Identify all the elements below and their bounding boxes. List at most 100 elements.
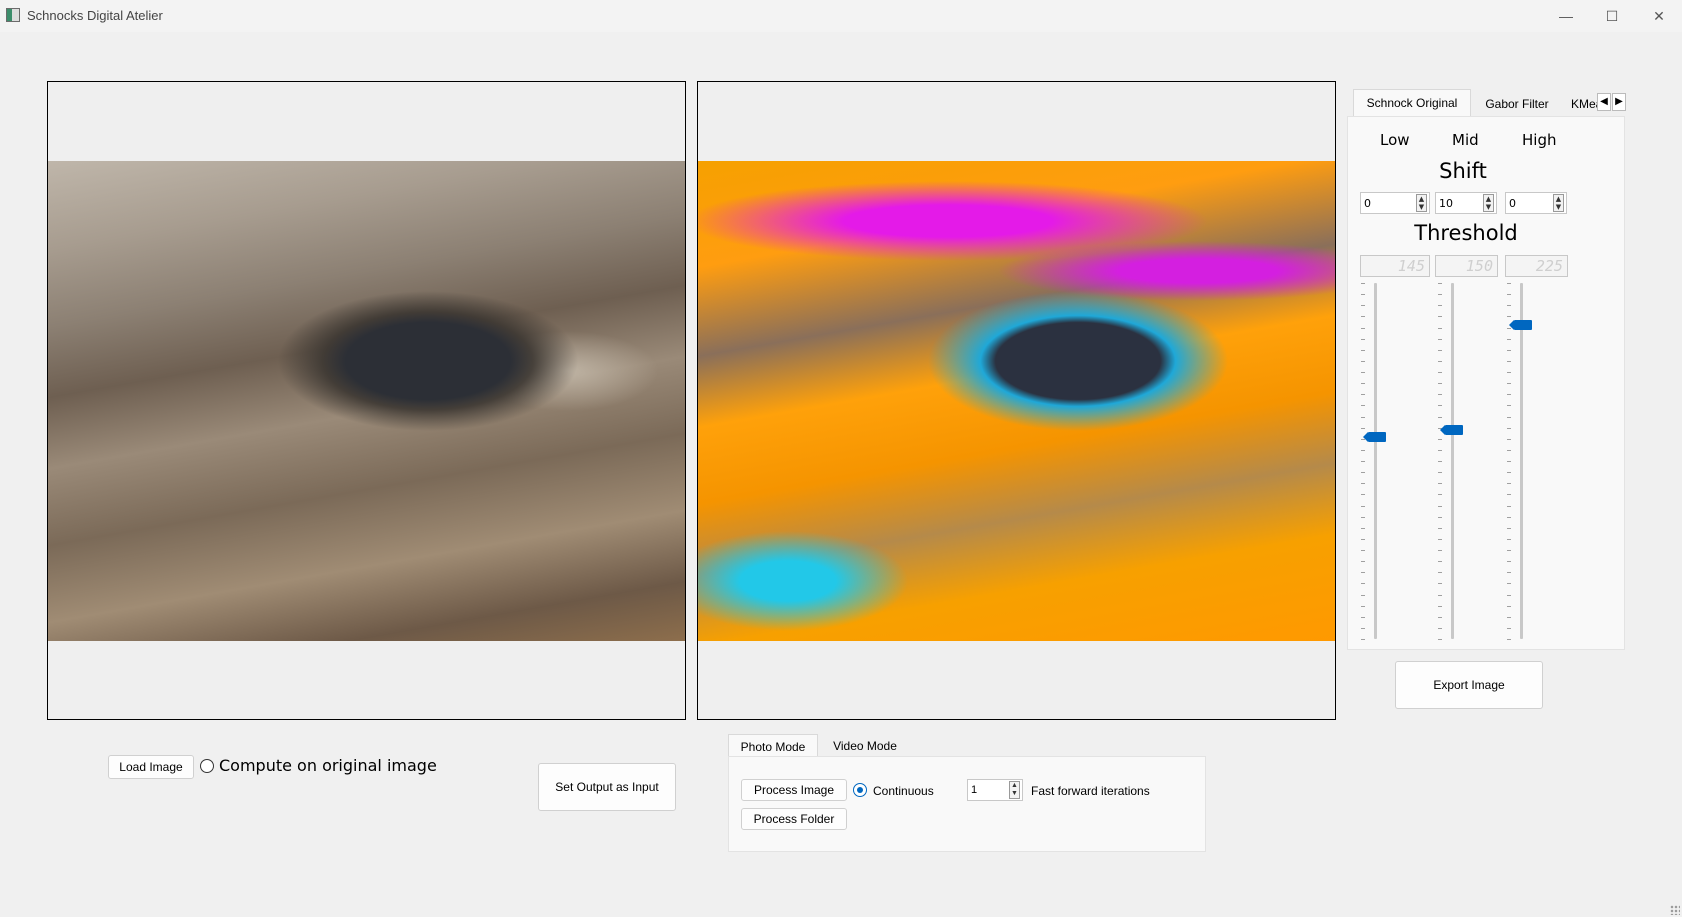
slider-tick (1361, 472, 1365, 474)
slider-tick (1507, 550, 1511, 551)
slider-tick (1507, 449, 1511, 451)
slider-tick (1507, 427, 1511, 429)
spin-arrows-icon[interactable]: ▲ ▼ (1483, 194, 1494, 212)
slider-tick (1507, 516, 1511, 518)
tab-scroll-left-icon[interactable]: ◀ (1597, 93, 1611, 111)
output-image-panel (697, 81, 1336, 720)
slider-tick (1438, 316, 1442, 318)
iterations-label: Fast forward iterations (1031, 784, 1150, 798)
iterations-spinbox[interactable]: 1 ▲ ▼ (967, 779, 1023, 801)
slider-tick (1361, 338, 1365, 340)
threshold-high-handle[interactable] (1509, 319, 1532, 330)
slider-tick (1438, 327, 1442, 329)
resize-grip-icon[interactable] (1670, 905, 1680, 915)
continuous-radio[interactable] (853, 783, 867, 797)
slider-tick (1361, 550, 1365, 551)
slider-tick (1361, 572, 1365, 574)
compute-original-radio[interactable] (200, 759, 214, 773)
threshold-mid-display: 150 (1435, 255, 1498, 277)
slider-tick (1507, 461, 1511, 462)
slider-tick (1438, 572, 1442, 574)
minimize-icon[interactable]: — (1543, 0, 1589, 32)
slider-tick (1507, 360, 1511, 362)
slider-tick (1361, 505, 1365, 507)
slider-tick (1507, 572, 1511, 574)
slider-tick (1438, 583, 1442, 585)
slider-tick (1438, 472, 1442, 474)
slider-tick (1438, 616, 1442, 618)
slider-tick (1361, 349, 1365, 351)
slider-tick (1438, 383, 1442, 385)
spin-arrows-icon[interactable]: ▲ ▼ (1553, 194, 1564, 212)
slider-tick (1507, 283, 1511, 284)
slider-tick (1361, 416, 1365, 418)
slider-tick (1361, 561, 1365, 563)
slider-tick (1507, 305, 1511, 307)
slider-tick (1361, 461, 1365, 462)
output-image (698, 161, 1335, 641)
threshold-low-handle[interactable] (1363, 431, 1386, 442)
slider-tick (1438, 561, 1442, 563)
compute-original-label: Compute on original image (219, 756, 437, 775)
slider-tick (1438, 372, 1442, 373)
slider-tick (1507, 294, 1511, 296)
slider-tick (1438, 461, 1442, 462)
app-icon (6, 8, 20, 22)
slider-tick (1361, 360, 1365, 362)
slider-tick (1438, 338, 1442, 340)
shift-mid-spinbox[interactable]: 10 ▲ ▼ (1435, 192, 1497, 214)
threshold-high-track[interactable] (1520, 283, 1523, 639)
slider-tick (1361, 383, 1365, 385)
slider-tick (1438, 416, 1442, 418)
input-image-panel (47, 81, 686, 720)
slider-tick (1438, 438, 1442, 440)
slider-tick (1507, 494, 1511, 496)
slider-tick (1438, 627, 1442, 629)
slider-tick (1438, 594, 1442, 596)
photo-mode-pane: Process Image Continuous 1 ▲ ▼ Fast forwa… (728, 756, 1206, 852)
input-image (48, 161, 685, 641)
shift-high-value: 0 (1509, 197, 1516, 210)
threshold-mid-handle[interactable] (1440, 424, 1463, 435)
title-bar: Schnocks Digital Atelier — ☐ ✕ (0, 0, 1682, 32)
tab-schnock-original[interactable]: Schnock Original (1353, 89, 1471, 117)
slider-tick (1438, 405, 1442, 407)
slider-tick (1361, 627, 1365, 629)
slider-tick (1361, 605, 1365, 607)
threshold-mid-track[interactable] (1451, 283, 1454, 639)
maximize-icon[interactable]: ☐ (1589, 0, 1635, 32)
threshold-low-track[interactable] (1374, 283, 1377, 639)
column-mid-label: Mid (1452, 131, 1479, 149)
slider-tick (1507, 616, 1511, 618)
slider-tick (1361, 427, 1365, 429)
slider-tick (1507, 538, 1511, 540)
slider-tick (1438, 505, 1442, 507)
slider-tick (1361, 449, 1365, 451)
slider-tick (1438, 527, 1442, 529)
spin-arrows-icon[interactable]: ▲ ▼ (1416, 194, 1427, 212)
schnock-original-pane: Low Mid High Shift 0 ▲ ▼ 10 ▲ ▼ 0 ▲ ▼ Thres… (1347, 116, 1625, 650)
tab-gabor-filter[interactable]: Gabor Filter (1473, 91, 1561, 116)
shift-high-spinbox[interactable]: 0 ▲ ▼ (1505, 192, 1567, 214)
threshold-high-ticks (1507, 283, 1512, 640)
spin-arrows-icon[interactable]: ▲ ▼ (1009, 781, 1020, 799)
shift-low-spinbox[interactable]: 0 ▲ ▼ (1360, 192, 1430, 214)
tab-video-mode[interactable]: Video Mode (820, 734, 910, 758)
tab-scroll-right-icon[interactable]: ▶ (1612, 93, 1626, 111)
shift-low-value: 0 (1364, 197, 1371, 210)
threshold-high-display: 225 (1505, 255, 1568, 277)
slider-tick (1507, 416, 1511, 418)
process-image-button[interactable]: Process Image (741, 779, 847, 801)
process-folder-button[interactable]: Process Folder (741, 808, 847, 830)
close-icon[interactable]: ✕ (1636, 0, 1682, 32)
slider-tick (1438, 483, 1442, 485)
export-image-button[interactable]: Export Image (1395, 661, 1543, 709)
slider-tick (1361, 483, 1365, 485)
slider-tick (1438, 550, 1442, 551)
slider-tick (1438, 449, 1442, 451)
set-output-as-input-button[interactable]: Set Output as Input (538, 763, 676, 811)
load-image-button[interactable]: Load Image (108, 755, 194, 779)
tab-photo-mode[interactable]: Photo Mode (728, 734, 818, 758)
slider-tick (1361, 639, 1365, 640)
slider-tick (1507, 639, 1511, 640)
